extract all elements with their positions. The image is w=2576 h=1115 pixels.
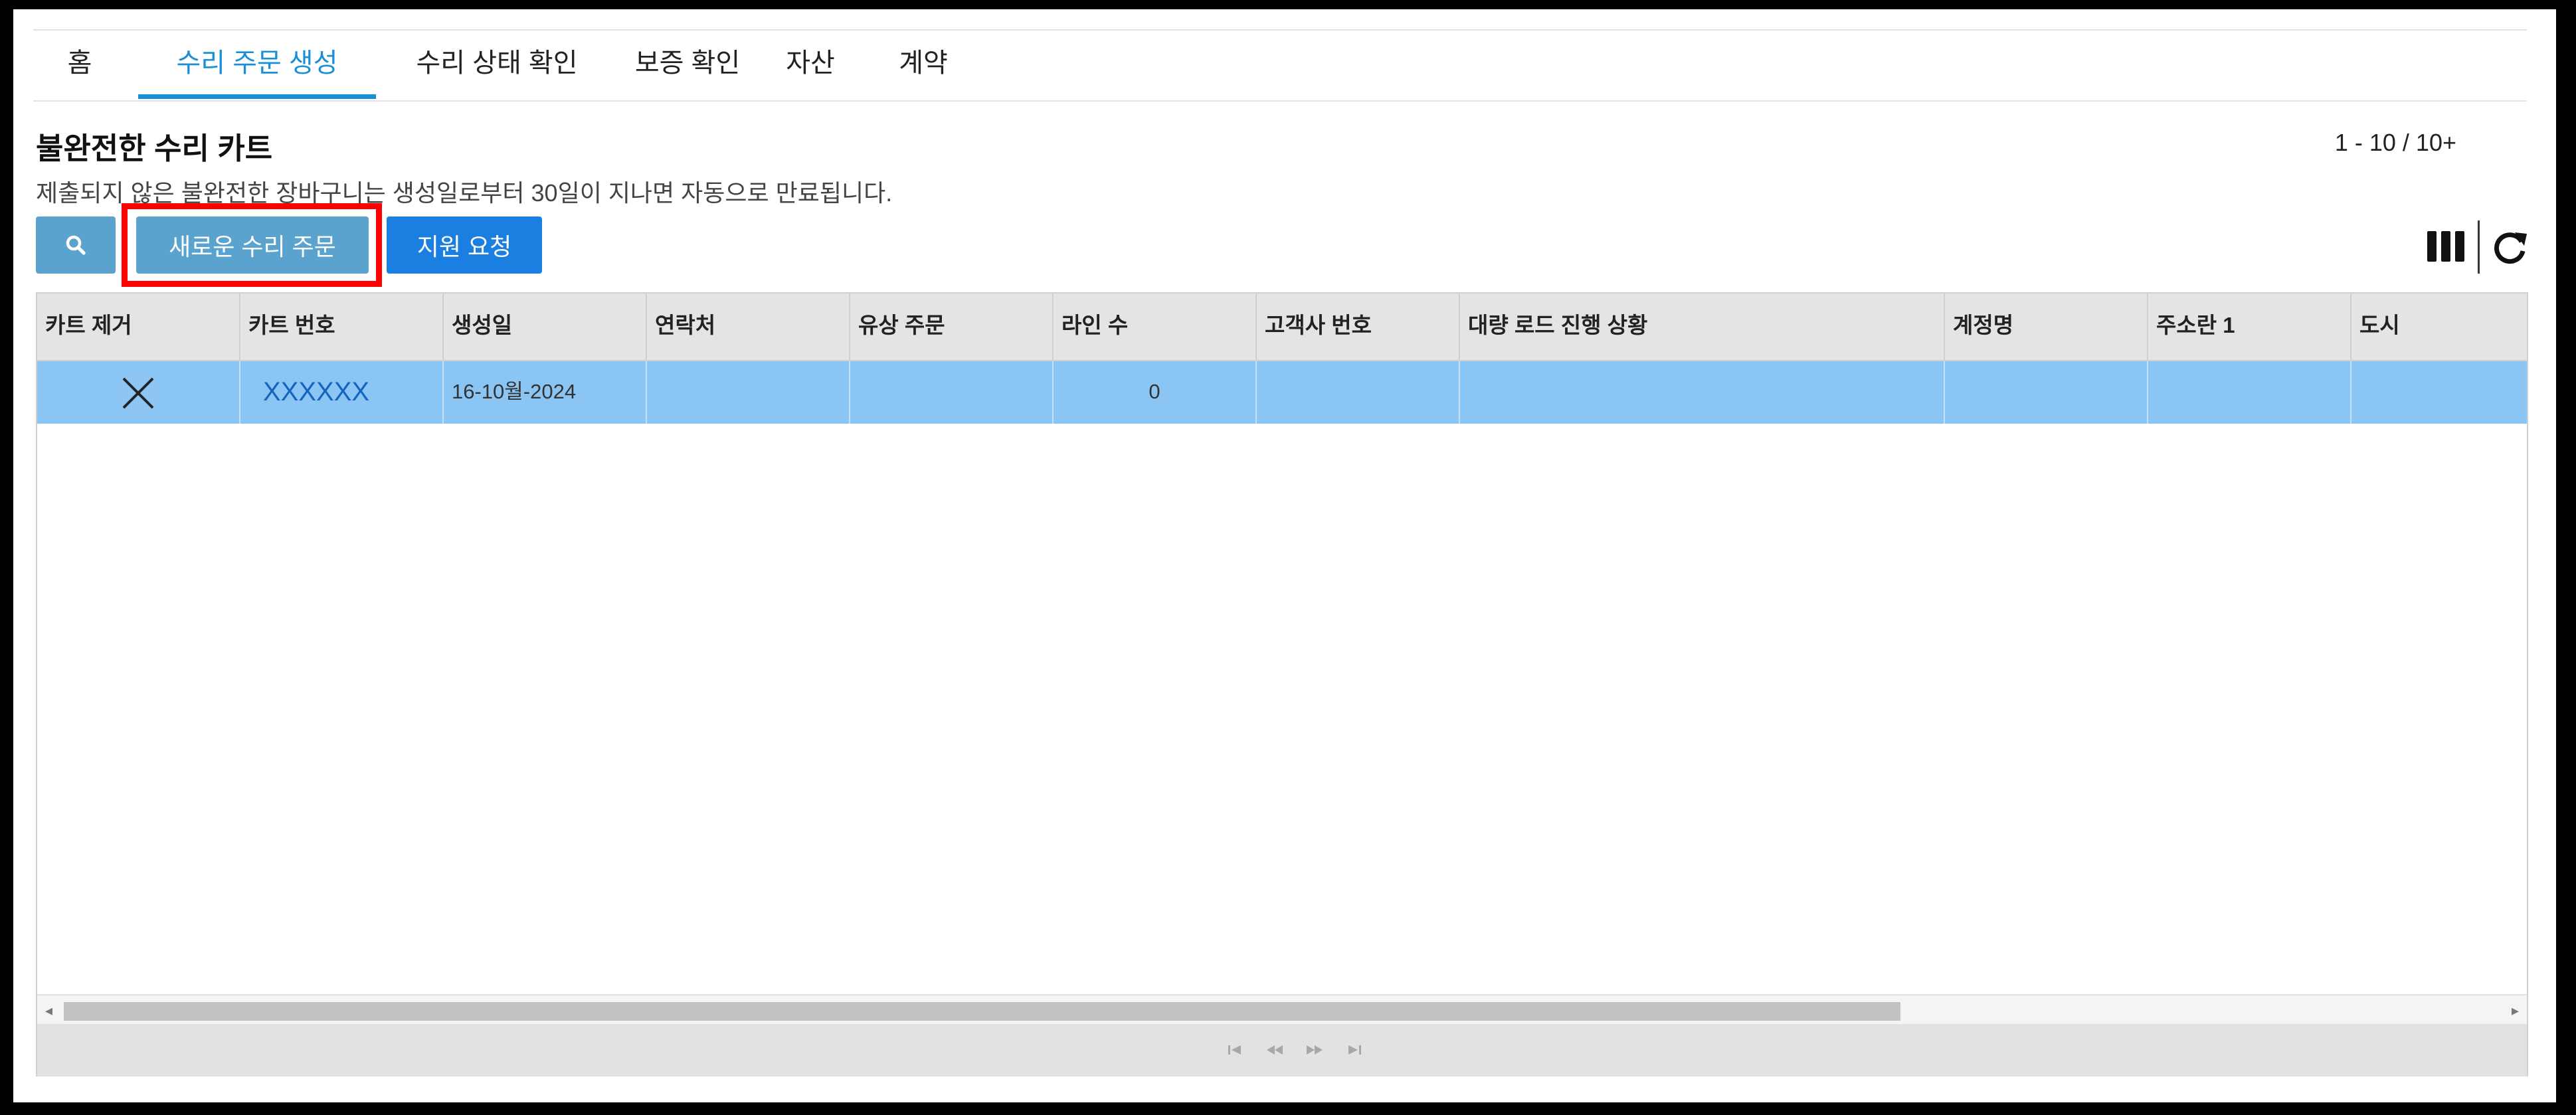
bulk-load-status-cell xyxy=(1460,361,1945,424)
tab-contracts[interactable]: 계약 xyxy=(890,31,957,99)
tab-assets[interactable]: 자산 xyxy=(777,31,844,99)
grid-header: 카트 제거 카트 번호 생성일 연락처 유상 주문 라인 수 고객사 번호 대량… xyxy=(37,294,2527,361)
tab-create-repair-order[interactable]: 수리 주문 생성 xyxy=(138,31,376,99)
tab-repair-status[interactable]: 수리 상태 확인 xyxy=(397,31,597,99)
horizontal-scrollbar[interactable]: ◂ ▸ xyxy=(37,994,2527,1025)
column-header[interactable]: 카트 번호 xyxy=(240,294,444,360)
columns-icon[interactable] xyxy=(2426,228,2466,264)
column-header[interactable]: 고객사 번호 xyxy=(1257,294,1460,360)
column-header[interactable]: 대량 로드 진행 상황 xyxy=(1460,294,1945,360)
toolbar-divider xyxy=(2478,220,2480,274)
customer-number-cell xyxy=(1257,361,1460,424)
refresh-icon[interactable] xyxy=(2491,227,2531,267)
address-cell xyxy=(2148,361,2351,424)
next-page-icon[interactable] xyxy=(1305,1040,1325,1060)
page-title: 불완전한 수리 카트 xyxy=(36,131,273,165)
paid-order-cell xyxy=(850,361,1054,424)
cart-grid: 카트 제거 카트 번호 생성일 연락처 유상 주문 라인 수 고객사 번호 대량… xyxy=(36,292,2528,1076)
first-page-icon[interactable] xyxy=(1225,1040,1245,1060)
previous-page-icon[interactable] xyxy=(1265,1040,1285,1060)
account-name-cell xyxy=(1945,361,2148,424)
column-header[interactable]: 생성일 xyxy=(444,294,647,360)
scroll-right-icon[interactable]: ▸ xyxy=(2512,1002,2519,1019)
search-button[interactable] xyxy=(36,216,116,274)
city-cell xyxy=(2351,361,2527,424)
column-header[interactable]: 계정명 xyxy=(1945,294,2148,360)
app-frame: 홈 수리 주문 생성 수리 상태 확인 보증 확인 자산 계약 불완전한 수리 … xyxy=(13,9,2556,1102)
tab-home[interactable]: 홈 xyxy=(60,31,100,99)
table-row[interactable]: XXXXXX 16-10월-2024 0 xyxy=(37,361,2527,424)
support-request-button[interactable]: 지원 요청 xyxy=(387,216,542,274)
new-repair-order-button[interactable]: 새로운 수리 주문 xyxy=(136,216,369,274)
close-icon[interactable] xyxy=(121,376,155,410)
column-header[interactable]: 유상 주문 xyxy=(850,294,1054,360)
remove-cart-cell xyxy=(37,361,240,424)
page-description: 제출되지 않은 불완전한 장바구니는 생성일로부터 30일이 지나면 자동으로 … xyxy=(36,179,893,207)
cart-number-link[interactable]: XXXXXX xyxy=(240,361,444,424)
column-header[interactable]: 카트 제거 xyxy=(37,294,240,360)
created-date-cell: 16-10월-2024 xyxy=(444,361,647,424)
tab-bar: 홈 수리 주문 생성 수리 상태 확인 보증 확인 자산 계약 xyxy=(33,29,2527,102)
contact-cell xyxy=(647,361,850,424)
column-header[interactable]: 연락처 xyxy=(647,294,850,360)
scroll-left-icon[interactable]: ◂ xyxy=(45,1002,52,1019)
search-icon xyxy=(66,235,86,255)
column-header[interactable]: 도시 xyxy=(2351,294,2527,360)
scrollbar-thumb[interactable] xyxy=(64,1002,1900,1021)
column-header[interactable]: 라인 수 xyxy=(1054,294,1257,360)
pager-bar xyxy=(37,1024,2527,1076)
tab-warranty-check[interactable]: 보증 확인 xyxy=(621,31,754,99)
line-count-cell: 0 xyxy=(1054,361,1257,424)
column-header[interactable]: 주소란 1 xyxy=(2148,294,2351,360)
pagination-info: 1 - 10 / 10+ xyxy=(2334,129,2456,156)
last-page-icon[interactable] xyxy=(1344,1040,1364,1060)
